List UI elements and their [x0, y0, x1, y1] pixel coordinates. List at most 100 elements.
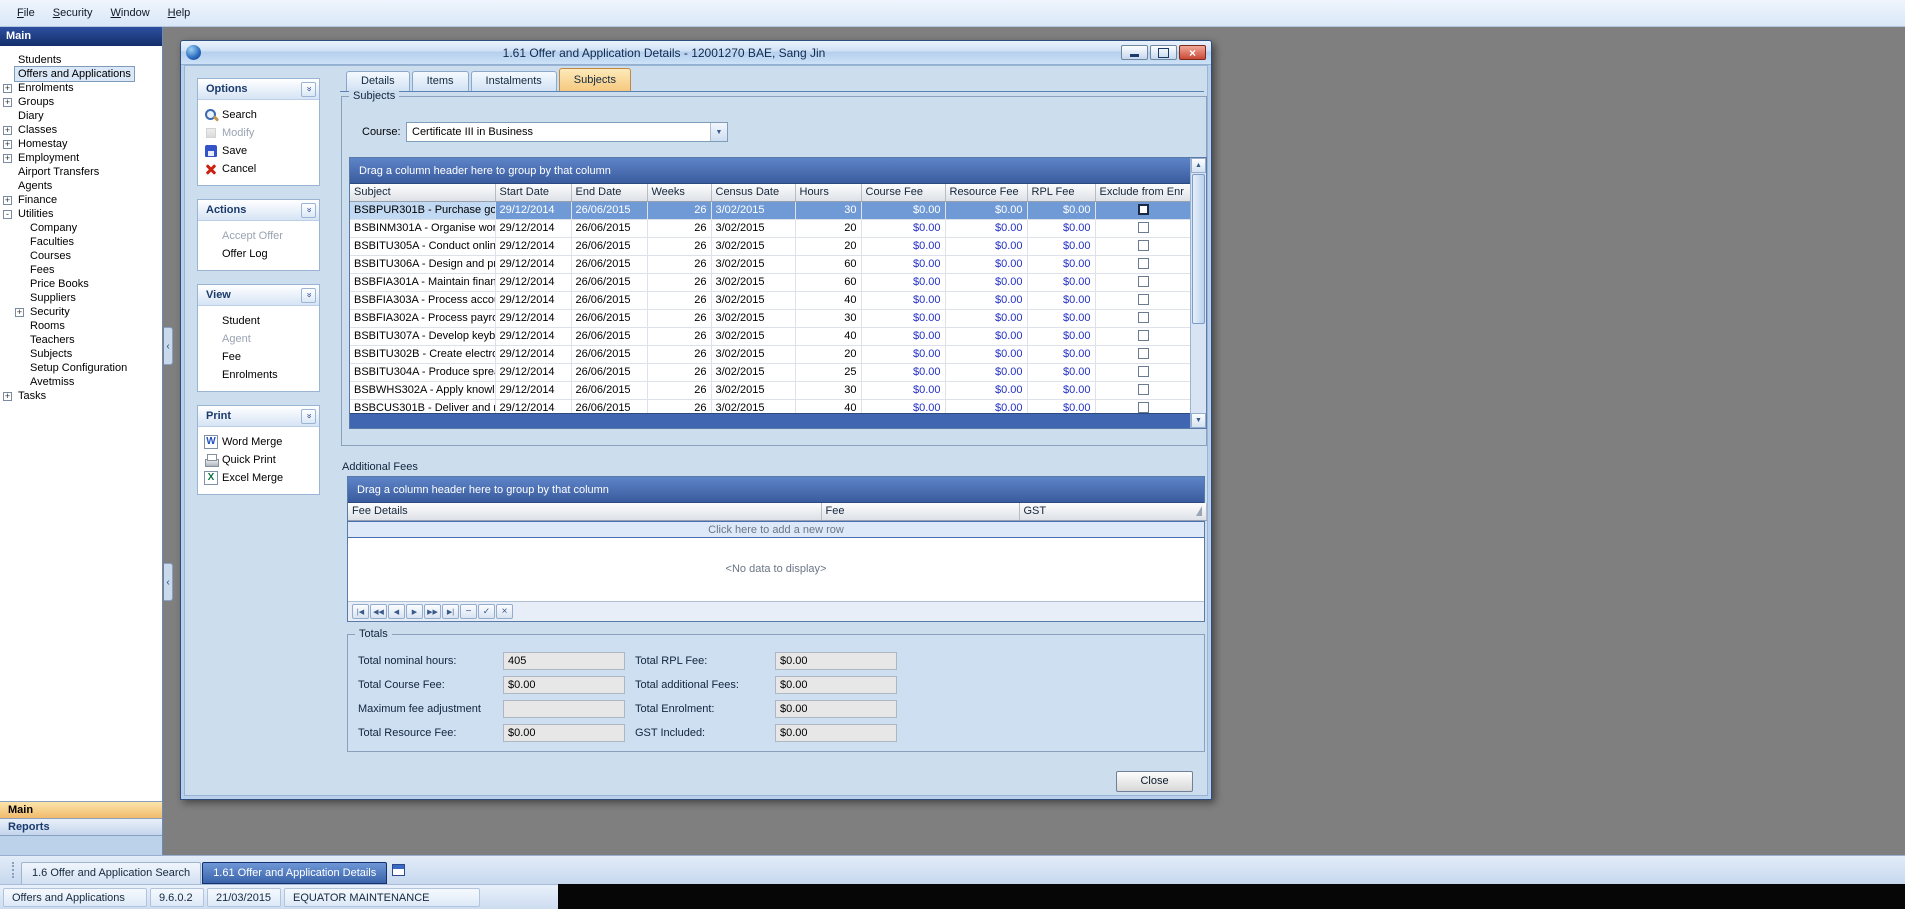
tree-item[interactable]: Price Books [0, 277, 162, 291]
tree-item[interactable]: Avetmiss [0, 375, 162, 389]
nav-item[interactable]: Save [198, 142, 319, 160]
column-header[interactable]: Fee Details [348, 503, 821, 520]
column-header[interactable]: Course Fee [861, 184, 945, 201]
subject-row[interactable]: BSBFIA301A - Maintain financi 29/12/2014… [350, 273, 1192, 291]
collapse-chevron-icon[interactable] [301, 409, 316, 424]
exclude-checkbox[interactable] [1138, 222, 1149, 233]
column-header[interactable]: End Date [571, 184, 647, 201]
subject-row[interactable]: BSBCUS301B - Deliver and mo 29/12/2014 2… [350, 399, 1192, 413]
tree-toggle-icon[interactable]: + [3, 196, 12, 205]
column-header[interactable]: Resource Fee [945, 184, 1027, 201]
menu-item[interactable]: Help [159, 3, 200, 23]
tree-item[interactable]: + Security [0, 305, 162, 319]
nav-post-icon[interactable] [478, 604, 495, 619]
column-header[interactable]: Exclude from Enr [1095, 184, 1192, 201]
close-window-button[interactable] [1179, 45, 1206, 60]
column-header[interactable]: RPL Fee [1027, 184, 1095, 201]
tree-toggle-icon[interactable]: - [3, 210, 12, 219]
subject-row[interactable]: BSBITU306A - Design and prod 29/12/2014 … [350, 255, 1192, 273]
totals-field-value[interactable]: $0.00 [775, 652, 897, 670]
tree-item[interactable]: Subjects [0, 347, 162, 361]
close-button[interactable]: Close [1116, 771, 1193, 792]
nav-next-icon[interactable] [406, 604, 423, 619]
nav-first-icon[interactable] [352, 604, 369, 619]
window-titlebar[interactable]: 1.61 Offer and Application Details - 120… [181, 41, 1211, 65]
subject-row[interactable]: BSBITU304A - Produce spread 29/12/2014 2… [350, 363, 1192, 381]
column-header[interactable]: Fee [821, 503, 1019, 520]
subject-row[interactable]: BSBFIA303A - Process accoun 29/12/2014 2… [350, 291, 1192, 309]
nav-item[interactable]: Accept Offer [198, 227, 319, 245]
collapse-chevron-icon[interactable] [301, 288, 316, 303]
restore-button[interactable] [1150, 45, 1177, 60]
tab[interactable]: Details [346, 71, 410, 91]
tree-item[interactable]: - Utilities [0, 207, 162, 221]
subject-row[interactable]: BSBPUR301B - Purchase goods 29/12/2014 2… [350, 201, 1192, 219]
tree-toggle-icon[interactable]: + [3, 140, 12, 149]
tree-toggle-icon[interactable]: + [3, 126, 12, 135]
tree-item[interactable]: Airport Transfers [0, 165, 162, 179]
document-tab[interactable]: 1.6 Offer and Application Search [21, 862, 201, 884]
exclude-checkbox[interactable] [1138, 258, 1149, 269]
column-header[interactable]: Census Date [711, 184, 795, 201]
tree-item[interactable]: + Finance [0, 193, 162, 207]
exclude-checkbox[interactable] [1138, 240, 1149, 251]
scroll-down-icon[interactable] [1191, 413, 1206, 428]
exclude-checkbox[interactable] [1138, 402, 1149, 413]
nav-item[interactable]: Fee [198, 348, 319, 366]
exclude-checkbox[interactable] [1138, 330, 1149, 341]
subject-row[interactable]: BSBFIA302A - Process payroll 29/12/2014 … [350, 309, 1192, 327]
nav-item[interactable]: Cancel [198, 160, 319, 178]
tree-toggle-icon[interactable]: + [3, 392, 12, 401]
scroll-up-icon[interactable] [1191, 158, 1206, 173]
nav-item[interactable]: Modify [198, 124, 319, 142]
splitter-collapse-handle[interactable] [164, 327, 173, 365]
subject-row[interactable]: BSBWHS302A - Apply knowled 29/12/2014 26… [350, 381, 1192, 399]
tree-item[interactable]: Diary [0, 109, 162, 123]
totals-field-value[interactable]: $0.00 [503, 724, 625, 742]
column-header[interactable]: GST [1019, 503, 1206, 520]
nav-next-page-icon[interactable] [424, 604, 441, 619]
nav-prev-page-icon[interactable] [370, 604, 387, 619]
print-panel-header[interactable]: Print [198, 406, 319, 427]
tree-item[interactable]: Setup Configuration [0, 361, 162, 375]
nav-cancel-icon[interactable] [496, 604, 513, 619]
nav-item[interactable]: Agent [198, 330, 319, 348]
exclude-checkbox[interactable] [1138, 384, 1149, 395]
nav-item[interactable]: Excel Merge [198, 469, 319, 487]
nav-prev-icon[interactable] [388, 604, 405, 619]
totals-field-value[interactable] [503, 700, 625, 718]
view-panel-header[interactable]: View [198, 285, 319, 306]
tree-item[interactable]: + Employment [0, 151, 162, 165]
tree-item[interactable]: Students [0, 53, 162, 67]
minimize-button[interactable] [1121, 45, 1148, 60]
nav-item[interactable]: Search [198, 106, 319, 124]
totals-field-value[interactable]: 405 [503, 652, 625, 670]
totals-field-value[interactable]: $0.00 [775, 724, 897, 742]
menu-item[interactable]: Security [44, 3, 102, 23]
tree-item[interactable]: + Homestay [0, 137, 162, 151]
vertical-scrollbar[interactable] [1190, 158, 1206, 428]
tree-item[interactable]: Teachers [0, 333, 162, 347]
totals-field-value[interactable]: $0.00 [775, 700, 897, 718]
tree-toggle-icon[interactable]: + [15, 308, 24, 317]
totals-field-value[interactable]: $0.00 [775, 676, 897, 694]
actions-panel-header[interactable]: Actions [198, 200, 319, 221]
totals-field-value[interactable]: $0.00 [503, 676, 625, 694]
exclude-checkbox[interactable] [1138, 348, 1149, 359]
collapse-chevron-icon[interactable] [301, 203, 316, 218]
tree-item[interactable]: Faculties [0, 235, 162, 249]
tree-item[interactable]: + Classes [0, 123, 162, 137]
chevron-down-icon[interactable] [710, 123, 727, 141]
collapse-chevron-icon[interactable] [301, 82, 316, 97]
nav-item[interactable]: Offer Log [198, 245, 319, 263]
subject-row[interactable]: BSBINM301A - Organise workpl 29/12/2014 … [350, 219, 1192, 237]
column-header[interactable]: Start Date [495, 184, 571, 201]
tree-toggle-icon[interactable]: + [3, 154, 12, 163]
tree-toggle-icon[interactable]: + [3, 98, 12, 107]
document-tab[interactable]: 1.61 Offer and Application Details [202, 862, 387, 884]
nav-item[interactable]: Word Merge [198, 433, 319, 451]
tree-toggle-icon[interactable]: + [3, 84, 12, 93]
nav-delete-icon[interactable] [460, 604, 477, 619]
tab[interactable]: Subjects [559, 68, 631, 91]
tree-item[interactable]: + Enrolments [0, 81, 162, 95]
